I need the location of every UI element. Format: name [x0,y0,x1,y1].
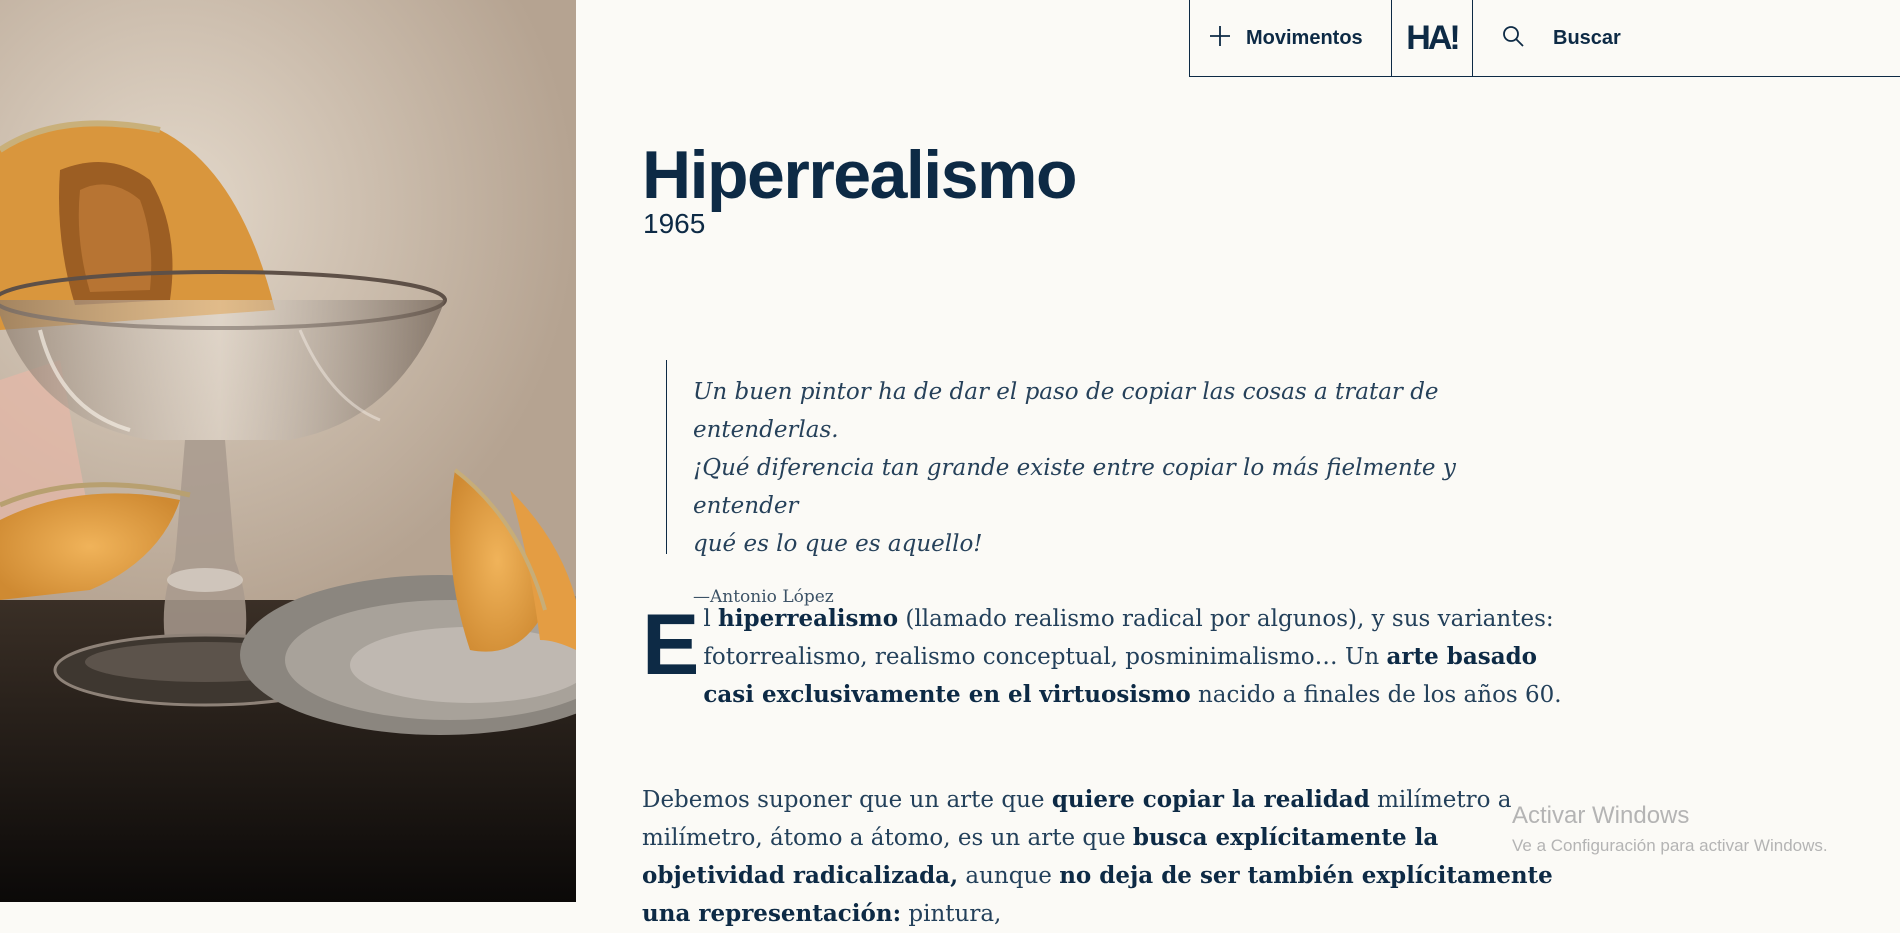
home-logo-link[interactable]: HA! [1392,0,1473,76]
watermark-title: Activar Windows [1512,802,1690,829]
quote-line: qué es lo que es aquello! [693,531,983,557]
quote-line: Un buen pintor ha de dar el paso de copi… [693,379,1439,443]
second-paragraph: Debemos suponer que un arte que quiere c… [642,781,1562,933]
intro-paragraph: El hiperrealismo (llamado realismo radic… [642,600,1562,714]
search-button[interactable]: Buscar [1473,0,1900,76]
paragraph-text: l [703,606,719,632]
plus-icon [1208,24,1232,52]
search-label: Buscar [1553,26,1621,49]
paragraph-bold-text: quiere copiar la realidad [1051,786,1370,813]
movement-year: 1965 [643,208,706,239]
windows-activation-watermark: Activar Windows Ve a Configuración para … [1512,802,1828,856]
drop-cap: E [642,597,700,693]
hero-painting [0,0,576,902]
paragraph-text: aunque [958,863,1060,889]
quote-text: Un buen pintor ha de dar el paso de copi… [693,360,1513,563]
movimentos-label: Movimentos [1246,26,1363,49]
paragraph-bold-text: hiperrealismo [718,605,899,632]
search-icon [1501,24,1525,52]
watermark-subtitle: Ve a Configuración para activar Windows. [1512,836,1828,855]
top-navigation: Movimentos HA! Buscar [1189,0,1900,77]
melon-still-life-image [0,0,576,902]
movimentos-menu-button[interactable]: Movimentos [1190,0,1392,76]
site-logo: HA! [1406,18,1460,57]
paragraph-text: Debemos suponer que un arte que [642,787,1052,813]
featured-quote: Un buen pintor ha de dar el paso de copi… [666,360,1526,607]
page-title: Hiperrealismo [642,137,1078,213]
paragraph-text: nacido a finales de los años 60. [1190,682,1562,708]
paragraph-text: pintura, [901,901,1002,927]
quote-line: ¡Qué diferencia tan grande existe entre … [693,455,1456,519]
